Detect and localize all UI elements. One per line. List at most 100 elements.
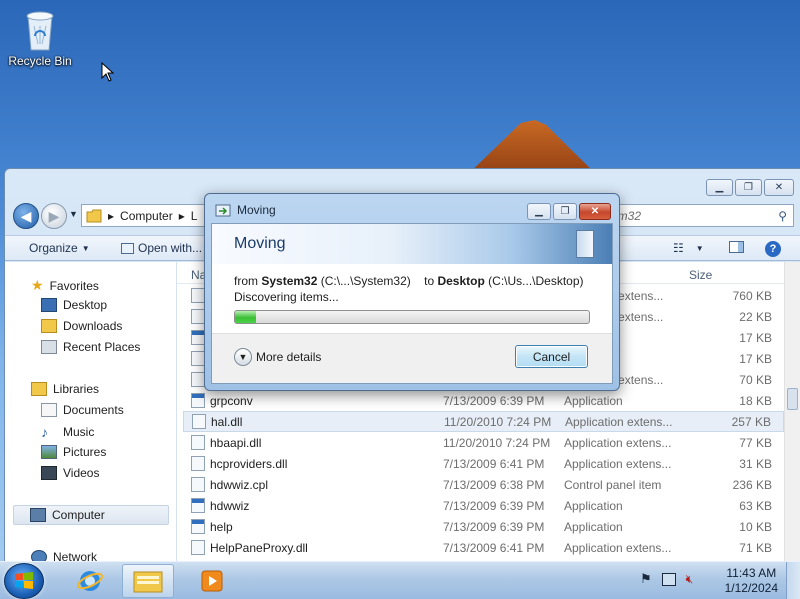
open-with-button[interactable]: Open with... xyxy=(121,241,202,255)
system-clock[interactable]: 11:43 AM 1/12/2024 xyxy=(725,566,778,596)
taskbar-windows-explorer[interactable] xyxy=(122,564,174,598)
file-name: hal.dll xyxy=(211,414,243,429)
nav-recent-places[interactable]: Recent Places xyxy=(41,340,140,354)
file-name: help xyxy=(210,519,233,534)
nav-music[interactable]: ♪ Music xyxy=(41,424,94,440)
vertical-scrollbar[interactable] xyxy=(784,262,800,565)
application-file-icon xyxy=(191,498,205,513)
file-size: 70 KB xyxy=(739,372,772,387)
close-button[interactable]: ✕ xyxy=(764,179,794,196)
forward-button[interactable]: ▶ xyxy=(41,203,67,229)
application-file-icon xyxy=(191,393,205,408)
taskbar: ⚑ 🔇︎ 11:43 AM 1/12/2024 xyxy=(0,561,800,599)
table-row[interactable]: help 7/13/2009 6:39 PM Application 10 KB xyxy=(183,516,784,537)
star-icon: ★ xyxy=(31,277,44,293)
change-view-button[interactable]: ☷ ▼ xyxy=(673,241,704,255)
nav-computer[interactable]: Computer xyxy=(13,505,169,525)
application-file-icon xyxy=(191,330,205,345)
nav-favorites[interactable]: ★ Favorites xyxy=(31,277,99,294)
dialog-maximize-button[interactable]: ❐ xyxy=(553,203,577,220)
explorer-window-controls: ▁ ❐ ✕ xyxy=(706,179,794,196)
dll-file-icon xyxy=(191,288,205,303)
table-row[interactable]: grpconv 7/13/2009 6:39 PM Application 18… xyxy=(183,390,784,411)
dialog-close-button[interactable]: ✕ xyxy=(579,203,611,220)
move-files-icon xyxy=(215,204,231,216)
file-size: 760 KB xyxy=(732,288,772,303)
chevron-down-icon: ▼ xyxy=(695,243,704,253)
file-name: HelpPaneProxy.dll xyxy=(210,540,308,555)
arrow-left-icon: ◀ xyxy=(20,207,32,224)
file-date: 7/13/2009 6:39 PM xyxy=(443,393,545,408)
table-row[interactable]: HelpPaneProxy.dll 7/13/2009 6:41 PM Appl… xyxy=(183,537,784,558)
dialog-footer: ▼ More details Cancel xyxy=(212,333,612,383)
media-player-icon xyxy=(201,570,223,592)
organize-button[interactable]: Organize ▼ xyxy=(29,241,90,255)
scrollbar-thumb[interactable] xyxy=(787,388,798,410)
file-name: hbaapi.dll xyxy=(210,435,262,450)
moving-dialog: Moving ▁ ❐ ✕ Moving from System32 (C:\..… xyxy=(204,193,620,391)
search-input[interactable]: em32 ⚲ xyxy=(604,204,794,227)
table-row[interactable]: hdwwiz 7/13/2009 6:39 PM Application 63 … xyxy=(183,495,784,516)
taskbar-internet-explorer[interactable] xyxy=(64,564,116,598)
nav-videos[interactable]: Videos xyxy=(41,466,99,480)
file-name: grpconv xyxy=(210,393,253,408)
control-panel-file-icon xyxy=(191,477,205,492)
network-status-icon[interactable] xyxy=(661,572,676,586)
back-button[interactable]: ◀ xyxy=(13,203,39,229)
folder-icon xyxy=(133,571,163,593)
file-size: 17 KB xyxy=(739,351,772,366)
history-dropdown-icon[interactable]: ▼ xyxy=(69,209,78,219)
windows-logo-icon xyxy=(15,572,33,589)
recycle-bin-label: Recycle Bin xyxy=(8,54,72,68)
file-type: Application extens... xyxy=(565,414,673,429)
search-icon: ⚲ xyxy=(778,208,787,223)
nav-downloads[interactable]: Downloads xyxy=(41,319,122,333)
to-label: to xyxy=(424,274,435,288)
taskbar-media-player[interactable] xyxy=(186,564,238,598)
breadcrumb-computer[interactable]: Computer xyxy=(120,209,173,223)
address-bar[interactable]: ▸ Computer ▸ L xyxy=(81,204,211,227)
clock-date: 1/12/2024 xyxy=(724,581,778,595)
breadcrumb-separator-icon: ▸ xyxy=(178,208,185,223)
table-row-selected[interactable]: hal.dll 11/20/2010 7:24 PM Application e… xyxy=(183,411,784,432)
start-button[interactable] xyxy=(4,563,44,599)
recycle-bin-desktop-icon[interactable]: Recycle Bin xyxy=(6,6,74,68)
cancel-button[interactable]: Cancel xyxy=(515,345,588,368)
show-desktop-button[interactable] xyxy=(786,562,800,599)
file-name: hdwwiz.cpl xyxy=(210,477,269,492)
desktop-icon xyxy=(41,298,57,312)
file-name: hdwwiz xyxy=(210,498,250,513)
libraries-icon xyxy=(31,382,47,396)
from-label: from xyxy=(234,274,258,288)
preview-pane-button[interactable] xyxy=(729,241,744,253)
table-row[interactable]: hbaapi.dll 11/20/2010 7:24 PM Applicatio… xyxy=(183,432,784,453)
nav-desktop[interactable]: Desktop xyxy=(41,298,107,312)
file-type: Application extens... xyxy=(564,540,672,555)
table-row[interactable]: hdwwiz.cpl 7/13/2009 6:38 PM Control pan… xyxy=(183,474,784,495)
file-type: Application extens... xyxy=(564,435,672,450)
nav-documents[interactable]: Documents xyxy=(41,403,124,417)
minimize-button[interactable]: ▁ xyxy=(706,179,733,196)
dll-file-icon xyxy=(191,309,205,324)
breadcrumb-drive[interactable]: L xyxy=(191,209,198,223)
table-row[interactable]: hcproviders.dll 7/13/2009 6:41 PM Applic… xyxy=(183,453,784,474)
dialog-minimize-button[interactable]: ▁ xyxy=(527,203,551,220)
more-details-toggle[interactable]: ▼ More details xyxy=(234,348,321,366)
nav-libraries[interactable]: Libraries xyxy=(31,382,99,396)
column-size[interactable]: Size xyxy=(689,268,712,282)
file-type: Application xyxy=(564,498,623,513)
dialog-progress-area: from System32 (C:\...\System32) to Deskt… xyxy=(212,264,612,334)
organize-label: Organize xyxy=(29,241,78,255)
maximize-button[interactable]: ❐ xyxy=(735,179,762,196)
action-center-flag-icon[interactable]: ⚑ xyxy=(640,571,652,587)
open-with-label: Open with... xyxy=(138,241,203,255)
chevron-down-icon: ▼ xyxy=(81,243,90,253)
nav-pictures[interactable]: Pictures xyxy=(41,445,106,459)
file-size: 236 KB xyxy=(732,477,772,492)
downloads-folder-icon xyxy=(41,319,57,333)
help-button[interactable]: ? xyxy=(765,241,781,257)
dll-file-icon xyxy=(191,456,205,471)
volume-muted-icon[interactable]: 🔇︎ xyxy=(686,572,694,587)
nav-music-label: Music xyxy=(63,425,95,439)
file-size: 17 KB xyxy=(739,330,772,345)
